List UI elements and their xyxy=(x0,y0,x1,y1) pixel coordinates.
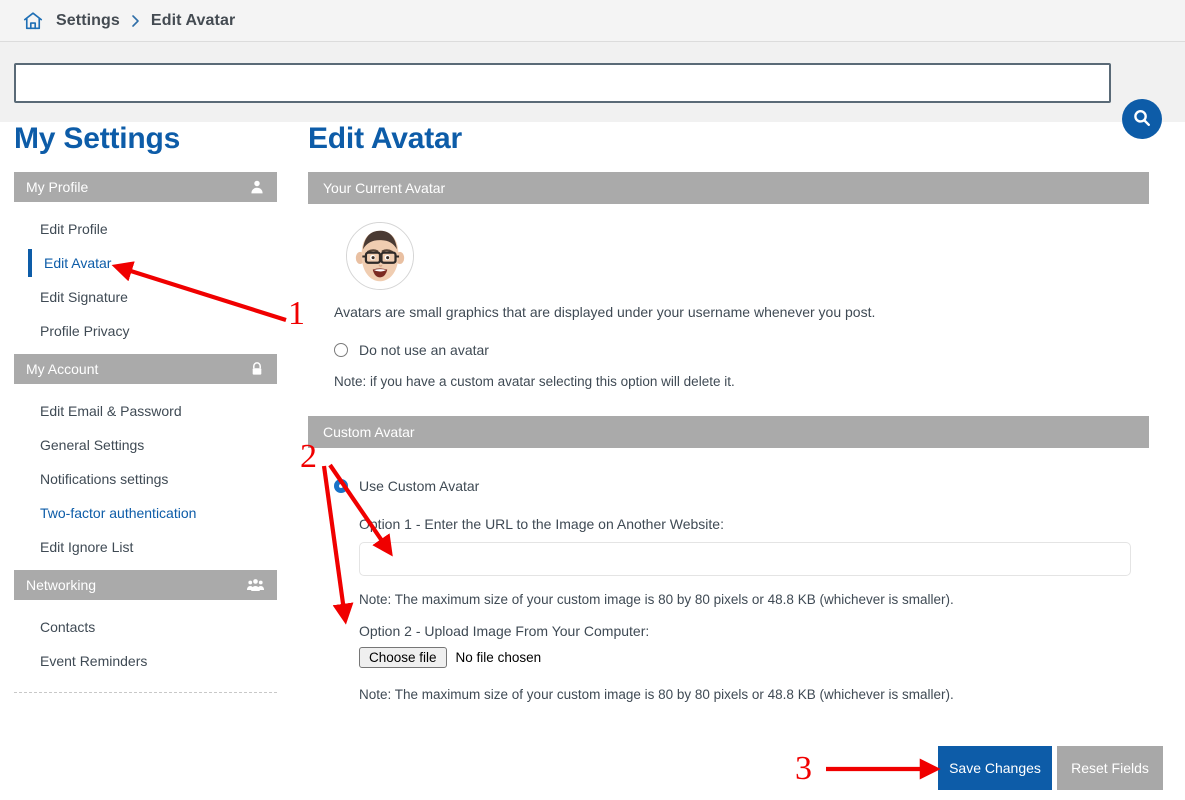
file-status-text: No file chosen xyxy=(455,650,542,665)
main-content: Edit Avatar Your Current Avatar Avatars … xyxy=(308,122,1154,702)
page-title: Edit Avatar xyxy=(308,122,462,155)
panel-header-label: Your Current Avatar xyxy=(323,180,446,196)
radio-use-custom-avatar[interactable] xyxy=(334,479,348,493)
sidebar-section-label: My Profile xyxy=(26,179,89,195)
avatar xyxy=(346,222,414,290)
sidebar-item-edit-avatar[interactable]: Edit Avatar xyxy=(14,246,277,280)
sidebar-divider xyxy=(14,692,277,693)
label-option-2: Option 2 - Upload Image From Your Comput… xyxy=(359,623,650,639)
search-input[interactable] xyxy=(14,63,1111,103)
people-icon xyxy=(246,578,265,593)
breadcrumb: Settings Edit Avatar xyxy=(0,0,1185,42)
breadcrumb-item-edit-avatar: Edit Avatar xyxy=(150,11,236,29)
sidebar-section-label: My Account xyxy=(26,361,99,377)
memoji-avatar-icon xyxy=(347,223,413,289)
panel-header-label: Custom Avatar xyxy=(323,424,415,440)
reset-fields-button[interactable]: Reset Fields xyxy=(1057,746,1163,790)
radio-row-no-avatar[interactable]: Do not use an avatar xyxy=(334,342,1154,358)
chevron-right-icon xyxy=(130,14,141,28)
radio-label-do-not-use-avatar: Do not use an avatar xyxy=(359,342,489,358)
sidebar-list-my-profile: Edit Profile Edit Avatar Edit Signature … xyxy=(14,212,277,348)
search-bar xyxy=(0,42,1185,139)
user-icon xyxy=(249,179,265,195)
sidebar-item-edit-email-password[interactable]: Edit Email & Password xyxy=(14,394,277,428)
panel-body-current-avatar: Avatars are small graphics that are disp… xyxy=(308,204,1154,389)
save-changes-button[interactable]: Save Changes xyxy=(938,746,1052,790)
sidebar-list-my-account: Edit Email & Password General Settings N… xyxy=(14,394,277,564)
form-actions: Save Changes Reset Fields xyxy=(938,746,1163,790)
panel-header-custom-avatar: Custom Avatar xyxy=(308,416,1149,448)
sidebar-item-notifications-settings[interactable]: Notifications settings xyxy=(14,462,277,496)
sidebar-section-label: Networking xyxy=(26,577,97,593)
radio-do-not-use-avatar[interactable] xyxy=(334,343,348,357)
sidebar-section-networking: Networking xyxy=(14,570,277,600)
page-root: Settings Edit Avatar My Settings My Prof… xyxy=(0,0,1185,800)
sidebar-item-two-factor-authentication[interactable]: Two-factor authentication xyxy=(14,496,277,530)
sidebar: My Settings My Profile Edit Profile Edit… xyxy=(14,122,277,693)
avatar-caption: Avatars are small graphics that are disp… xyxy=(334,304,876,320)
sidebar-section-my-profile: My Profile xyxy=(14,172,277,202)
sidebar-item-edit-profile[interactable]: Edit Profile xyxy=(14,212,277,246)
sidebar-item-event-reminders[interactable]: Event Reminders xyxy=(14,644,277,678)
home-icon[interactable] xyxy=(22,10,56,32)
sidebar-section-my-account: My Account xyxy=(14,354,277,384)
annotation-number-3: 3 xyxy=(795,750,812,787)
sidebar-title: My Settings xyxy=(14,122,181,155)
sidebar-item-edit-ignore-list[interactable]: Edit Ignore List xyxy=(14,530,277,564)
annotation-number-1: 1 xyxy=(288,295,305,332)
breadcrumb-item-settings[interactable]: Settings xyxy=(56,12,120,30)
file-upload-row[interactable]: Choose file No file chosen xyxy=(359,647,1154,668)
sidebar-item-contacts[interactable]: Contacts xyxy=(14,610,277,644)
note-option-1: Note: The maximum size of your custom im… xyxy=(359,592,954,607)
sidebar-item-general-settings[interactable]: General Settings xyxy=(14,428,277,462)
sidebar-item-profile-privacy[interactable]: Profile Privacy xyxy=(14,314,277,348)
avatar-url-input[interactable] xyxy=(359,542,1131,576)
sidebar-list-networking: Contacts Event Reminders xyxy=(14,610,277,678)
sidebar-item-edit-signature[interactable]: Edit Signature xyxy=(14,280,277,314)
panel-body-custom-avatar: Use Custom Avatar Option 1 - Enter the U… xyxy=(308,448,1154,702)
label-option-1: Option 1 - Enter the URL to the Image on… xyxy=(359,516,724,532)
choose-file-button[interactable]: Choose file xyxy=(359,647,447,668)
radio-row-use-custom-avatar[interactable]: Use Custom Avatar xyxy=(334,478,1154,494)
panel-header-current-avatar: Your Current Avatar xyxy=(308,172,1149,204)
note-option-2: Note: The maximum size of your custom im… xyxy=(359,687,954,702)
lock-icon xyxy=(249,361,265,377)
note-no-avatar: Note: if you have a custom avatar select… xyxy=(334,374,735,389)
radio-label-use-custom-avatar: Use Custom Avatar xyxy=(359,478,480,494)
